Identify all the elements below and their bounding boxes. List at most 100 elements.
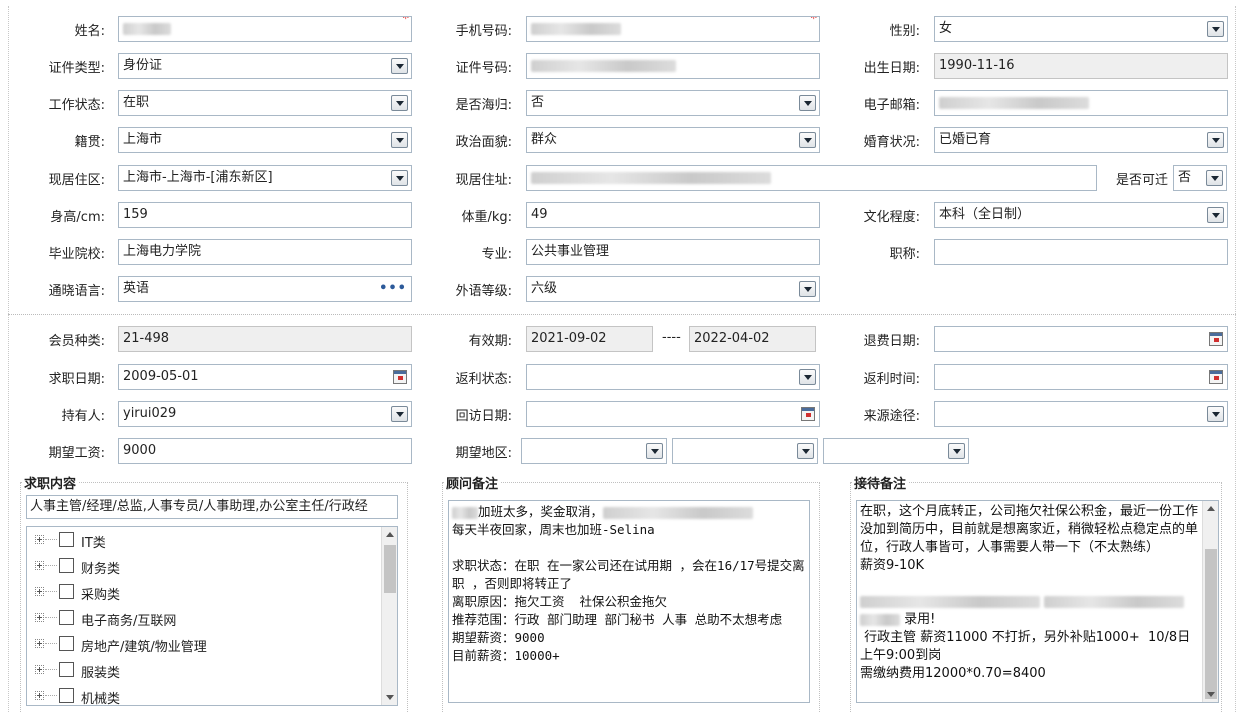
overseas-label: 是否海归: [455,98,512,113]
name-input[interactable]: * [118,16,412,42]
tree-scrollbar[interactable] [381,527,397,705]
address-input[interactable] [526,165,1097,191]
dropdown-arrow-icon[interactable] [646,443,663,459]
tree-item[interactable]: 服装类 [27,660,377,681]
id-type-label: 证件类型: [48,61,105,76]
dropdown-arrow-icon[interactable] [391,95,408,111]
scroll-down-icon[interactable] [1207,692,1215,697]
rebate-status-select[interactable] [526,364,820,390]
dropdown-arrow-icon[interactable] [391,132,408,148]
scroll-thumb[interactable] [384,545,396,593]
dropdown-arrow-icon[interactable] [1206,170,1223,186]
checkbox[interactable] [59,688,74,703]
checkbox[interactable] [59,636,74,651]
expand-icon[interactable] [35,613,44,622]
expand-icon[interactable] [35,639,44,648]
calendar-icon[interactable] [801,407,815,421]
dropdown-arrow-icon[interactable] [1207,21,1224,37]
jobdate-label: 求职日期: [48,372,105,387]
refund-date-input[interactable] [934,326,1228,352]
tree-item[interactable]: 财务类 [27,556,377,577]
dropdown-arrow-icon[interactable] [799,369,816,385]
tree-item[interactable]: 采购类 [27,582,377,603]
title-input[interactable] [934,239,1228,265]
marital-select[interactable]: 已婚已育 [934,127,1228,153]
row-salary: 期望工资: 9000 期望地区: [0,438,1239,464]
expand-icon[interactable] [35,535,44,544]
row-holder: 持有人: yirui029 回访日期: 来源途径: [0,401,1239,427]
tree-item[interactable]: 房地产/建筑/物业管理 [27,634,377,655]
advisor-notes-textarea[interactable]: 加班太多，奖金取消， 每天半夜回家，周末也加班-Selina 求职状态：在职 在… [448,500,810,703]
dropdown-arrow-icon[interactable] [799,132,816,148]
rebate-time-input[interactable] [934,364,1228,390]
tree-item[interactable]: 电子商务/互联网 [27,608,377,629]
dropdown-arrow-icon[interactable] [1207,132,1224,148]
politics-select[interactable]: 群众 [526,127,820,153]
reception-scrollbar[interactable] [1202,501,1218,702]
area-select-city[interactable] [672,438,818,464]
lang-level-select[interactable]: 六级 [526,276,820,302]
calendar-icon[interactable] [1209,370,1223,384]
scroll-thumb[interactable] [1205,549,1217,699]
id-no-input[interactable] [526,53,820,79]
salary-input[interactable]: 9000 [118,438,412,464]
tree-item[interactable]: 机械类 [27,686,377,705]
checkbox[interactable] [59,558,74,573]
calendar-icon[interactable] [393,370,407,384]
scroll-up-icon[interactable] [386,532,394,537]
dropdown-arrow-icon[interactable] [391,170,408,186]
relocate-select[interactable]: 否 [1173,165,1227,191]
dropdown-arrow-icon[interactable] [799,95,816,111]
valid-separator: ---- [662,330,681,345]
tree-item-label: IT类 [81,536,106,551]
expand-icon[interactable] [35,587,44,596]
dropdown-arrow-icon[interactable] [391,406,408,422]
native-select[interactable]: 上海市 [118,127,412,153]
scroll-up-icon[interactable] [1207,506,1215,511]
work-status-select[interactable]: 在职 [118,90,412,116]
height-input[interactable]: 159 [118,202,412,228]
education-label: 文化程度: [863,210,920,225]
calendar-icon[interactable] [1209,332,1223,346]
redacted-value [123,22,171,35]
residence-select[interactable]: 上海市-上海市-[浦东新区] [118,165,412,191]
checkbox[interactable] [59,610,74,625]
school-input[interactable]: 上海电力学院 [118,239,412,265]
checkbox[interactable] [59,532,74,547]
area-select-district[interactable] [823,438,969,464]
education-select[interactable]: 本科（全日制） [934,202,1228,228]
id-type-select[interactable]: 身份证 [118,53,412,79]
source-select[interactable] [934,401,1228,427]
holder-select[interactable]: yirui029 [118,401,412,427]
checkbox[interactable] [59,584,74,599]
overseas-select[interactable]: 否 [526,90,820,116]
dropdown-arrow-icon[interactable] [948,443,965,459]
gender-select[interactable]: 女 [934,16,1228,42]
language-input[interactable]: 英语 ••• [118,276,412,302]
birth-label: 出生日期: [863,61,920,76]
phone-input[interactable]: * [526,16,820,42]
redacted-value [531,22,621,35]
more-options-icon[interactable]: ••• [379,277,407,301]
major-input[interactable]: 公共事业管理 [526,239,820,265]
dropdown-arrow-icon[interactable] [1207,207,1224,223]
advisor-first-line: 加班太多，奖金取消， [478,504,604,519]
job-selected-input[interactable]: 人事主管/经理/总监,人事专员/人事助理,办公室主任/行政经 [26,495,398,519]
area-select-province[interactable] [521,438,667,464]
dropdown-arrow-icon[interactable] [799,281,816,297]
tree-item[interactable]: IT类 [27,530,377,551]
checkbox[interactable] [59,662,74,677]
jobdate-input[interactable]: 2009-05-01 [118,364,412,390]
visit-date-input[interactable] [526,401,820,427]
dropdown-arrow-icon[interactable] [391,58,408,74]
dropdown-arrow-icon[interactable] [797,443,814,459]
dropdown-arrow-icon[interactable] [1207,406,1224,422]
gender-value: 女 [939,21,953,36]
expand-icon[interactable] [35,691,44,700]
weight-input[interactable]: 49 [526,202,820,228]
email-input[interactable] [934,90,1228,116]
reception-notes-textarea[interactable]: 在职，这个月底转正，公司拖欠社保公积金，最近一份工作没加到简历中，目前就是想离家… [856,500,1219,703]
expand-icon[interactable] [35,665,44,674]
expand-icon[interactable] [35,561,44,570]
scroll-down-icon[interactable] [386,695,394,700]
